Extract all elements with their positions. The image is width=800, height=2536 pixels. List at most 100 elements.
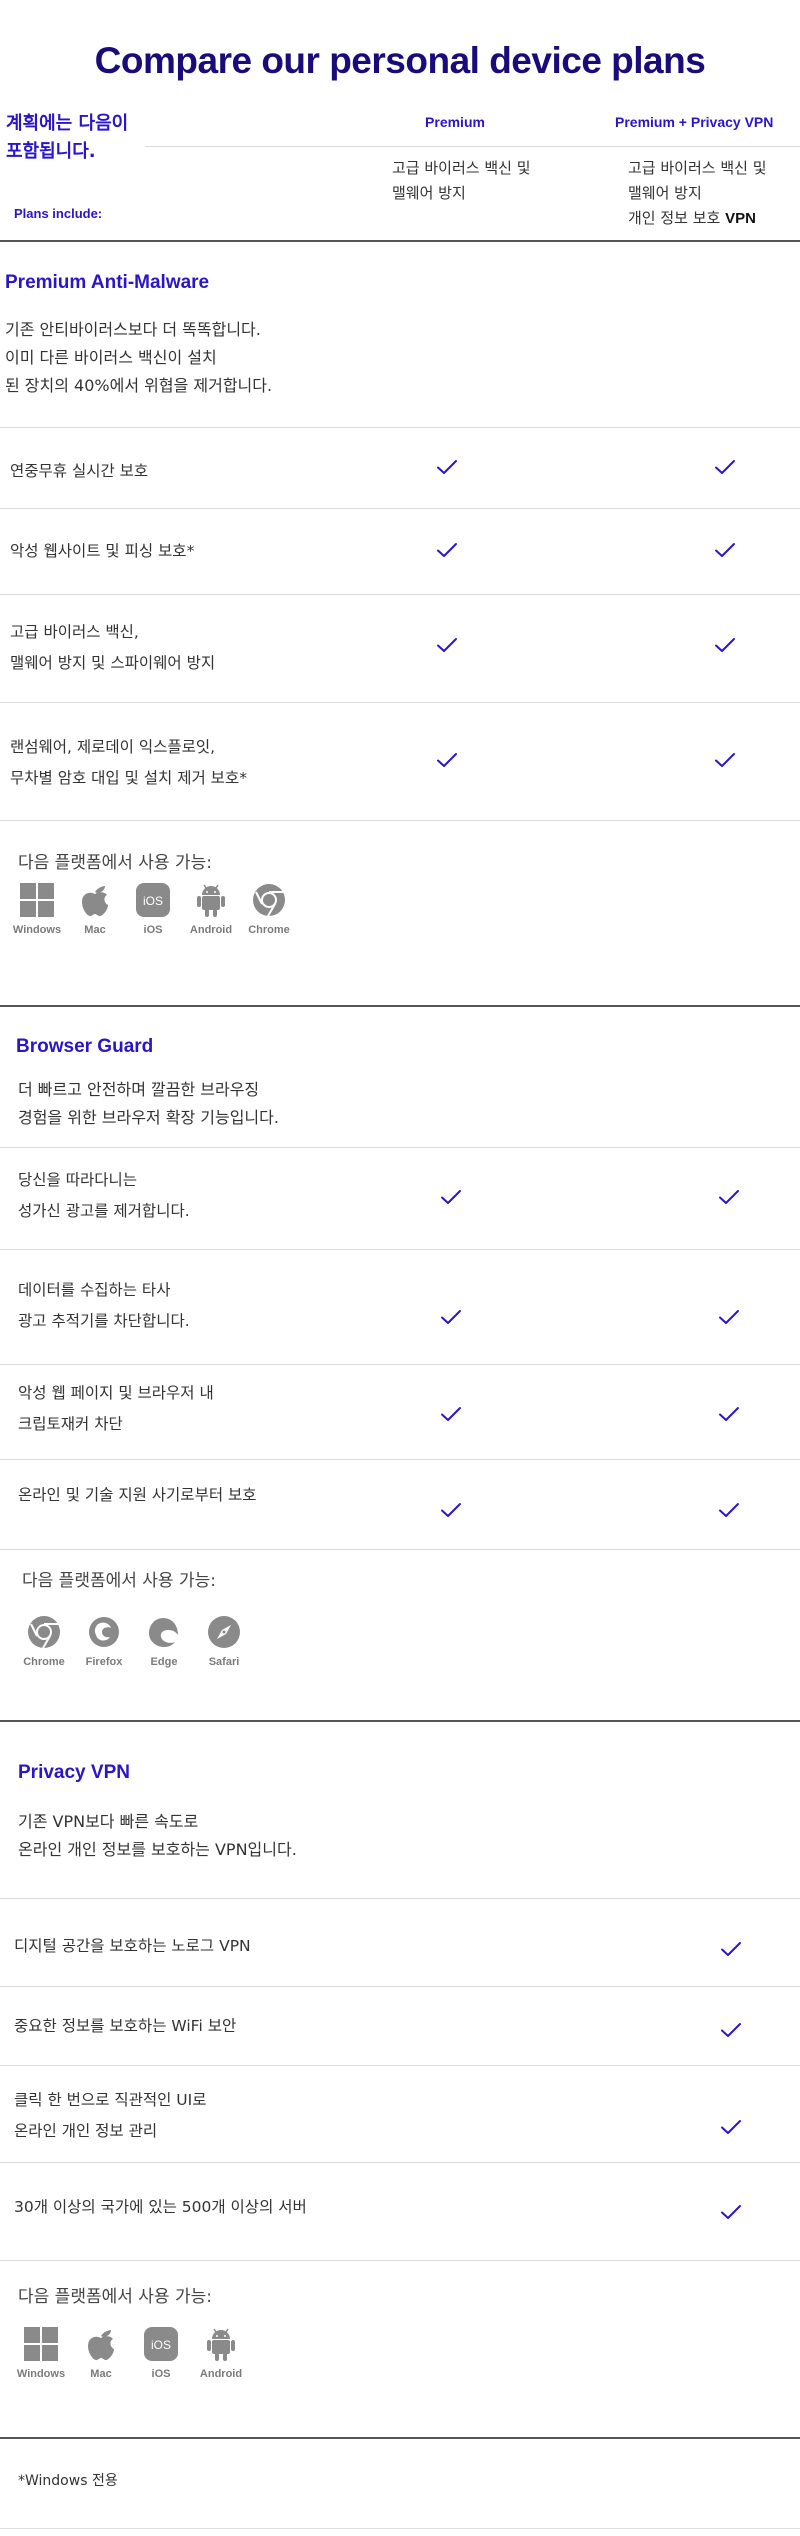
feature-label: 악성 웹사이트 및 피싱 보호* bbox=[10, 536, 194, 567]
available-platforms-label: 다음 플랫폼에서 사용 가능: bbox=[18, 853, 212, 873]
feature-label-line: 성가신 광고를 제거합니다. bbox=[18, 1202, 190, 1220]
feature-label: 클릭 한 번으로 직관적인 UI로 온라인 개인 정보 관리 bbox=[14, 2085, 207, 2147]
plan-premium-heading: Premium bbox=[425, 114, 485, 130]
row-divider bbox=[0, 2065, 800, 2066]
row-divider bbox=[0, 1459, 800, 1460]
section-description-line: 이미 다른 바이러스 백신이 설치 bbox=[5, 348, 217, 367]
plan-premium-desc-line: 고급 바이러스 백신 및 bbox=[392, 159, 531, 177]
feature-label-line: 고급 바이러스 백신, bbox=[10, 623, 139, 641]
feature-label-line: 크립토재커 차단 bbox=[18, 1415, 123, 1433]
available-platforms-label: 다음 플랫폼에서 사용 가능: bbox=[22, 1571, 216, 1591]
section-title-browser-guard: Browser Guard bbox=[16, 1036, 154, 1057]
feature-label: 디지털 공간을 보호하는 노로그 VPN bbox=[14, 1931, 251, 1962]
platform-label: Windows bbox=[16, 2368, 66, 2380]
platform-android: Android bbox=[182, 882, 240, 936]
feature-label-line: 디지털 공간을 보호하는 노로그 VPN bbox=[14, 1937, 251, 1955]
feature-label-line: 악성 웹사이트 및 피싱 보호* bbox=[10, 542, 195, 560]
platform-edge: Edge bbox=[135, 1614, 193, 1668]
section-description-line: 된 장치의 40%에서 위협을 제거합니다. bbox=[5, 376, 273, 395]
feature-label-line: 광고 추적기를 차단합니다. bbox=[18, 1312, 190, 1330]
feature-label-line: 30개 이상의 국가에 있는 500개 이상의 서버 bbox=[14, 2198, 307, 2216]
firefox-icon bbox=[86, 1614, 122, 1650]
plans-header-line2: 포함됩니다. bbox=[6, 141, 96, 162]
platform-safari: Safari bbox=[195, 1614, 253, 1668]
check-icon bbox=[440, 1189, 462, 1205]
section-divider bbox=[0, 1720, 800, 1722]
feature-label-line: 연중무휴 실시간 보호 bbox=[10, 462, 149, 480]
platform-windows: Windows bbox=[12, 2326, 70, 2380]
platform-label: Safari bbox=[208, 1656, 240, 1668]
row-divider bbox=[0, 1147, 800, 1148]
check-icon bbox=[436, 752, 458, 768]
section-description: 기존 VPN보다 빠른 속도로온라인 개인 정보를 보호하는 VPN입니다. bbox=[18, 1808, 297, 1864]
plan-premium-description: 고급 바이러스 백신 및 맬웨어 방지 bbox=[392, 156, 531, 206]
section-description-line: 기존 안티바이러스보다 더 똑똑합니다. bbox=[5, 320, 261, 339]
feature-label: 연중무휴 실시간 보호 bbox=[10, 456, 148, 487]
section-description-line: 경험을 위한 브라우저 확장 기능입니다. bbox=[18, 1108, 279, 1127]
platform-ios: iOS iOS bbox=[132, 2326, 190, 2380]
feature-label: 데이터를 수집하는 타사 광고 추적기를 차단합니다. bbox=[18, 1275, 190, 1337]
feature-label: 고급 바이러스 백신, 맬웨어 방지 및 스파이웨어 방지 bbox=[10, 617, 215, 679]
platform-firefox: Firefox bbox=[75, 1614, 133, 1668]
check-icon bbox=[718, 1406, 740, 1422]
plan-premium-desc-line: 맬웨어 방지 bbox=[392, 184, 466, 202]
row-divider bbox=[0, 1249, 800, 1250]
plans-header-line1: 계획에는 다음이 bbox=[6, 113, 129, 134]
check-icon bbox=[440, 1406, 462, 1422]
feature-label-line: 당신을 따라다니는 bbox=[18, 1171, 138, 1189]
feature-label: 당신을 따라다니는성가신 광고를 제거합니다. bbox=[18, 1165, 190, 1227]
plan-vpn-desc-bold: VPN bbox=[725, 210, 756, 227]
section-description: 더 빠르고 안전하며 깔끔한 브라우징경험을 위한 브라우저 확장 기능입니다. bbox=[18, 1076, 279, 1132]
windows-icon bbox=[23, 2326, 59, 2362]
check-icon bbox=[436, 637, 458, 653]
platform-ios: iOS iOS bbox=[124, 882, 182, 936]
feature-label-line: 맬웨어 방지 및 스파이웨어 방지 bbox=[10, 654, 216, 672]
check-icon bbox=[714, 542, 736, 558]
feature-label-line: 악성 웹 페이지 및 브라우저 내 bbox=[18, 1384, 214, 1402]
ios-icon: iOS bbox=[143, 2326, 179, 2362]
platform-label: Edge bbox=[150, 1656, 178, 1668]
footer-divider bbox=[0, 2528, 800, 2529]
svg-text:iOS: iOS bbox=[151, 2338, 171, 2352]
feature-label: 온라인 및 기술 지원 사기로부터 보호 bbox=[18, 1480, 257, 1511]
row-divider bbox=[0, 820, 800, 821]
section-description-line: 더 빠르고 안전하며 깔끔한 브라우징 bbox=[18, 1080, 260, 1099]
check-icon bbox=[718, 1309, 740, 1325]
platform-label: Mac bbox=[90, 2368, 112, 2380]
platform-label: Chrome bbox=[23, 1656, 65, 1668]
row-divider bbox=[0, 702, 800, 703]
plans-include-label: Plans include: bbox=[14, 206, 103, 221]
row-divider bbox=[0, 1549, 800, 1550]
feature-label-line: 온라인 및 기술 지원 사기로부터 보호 bbox=[18, 1486, 257, 1504]
row-divider bbox=[0, 1364, 800, 1365]
platform-android: Android bbox=[192, 2326, 250, 2380]
plan-premium-vpn-heading: Premium + Privacy VPN bbox=[615, 114, 774, 130]
platform-chrome: Chrome bbox=[15, 1614, 73, 1668]
apple-icon bbox=[77, 882, 113, 918]
section-description-line: 온라인 개인 정보를 보호하는 VPN입니다. bbox=[18, 1840, 297, 1859]
check-icon bbox=[720, 2022, 742, 2038]
safari-icon bbox=[206, 1614, 242, 1650]
platform-label: iOS bbox=[143, 924, 163, 936]
row-divider bbox=[0, 2260, 800, 2261]
plans-header-label: 계획에는 다음이 포함됩니다. bbox=[6, 110, 128, 166]
row-divider bbox=[0, 2162, 800, 2163]
apple-icon bbox=[83, 2326, 119, 2362]
footnote: *Windows 전용 bbox=[18, 2473, 118, 2489]
feature-label-line: 중요한 정보를 보호하는 WiFi 보안 bbox=[14, 2017, 237, 2035]
row-divider bbox=[0, 1986, 800, 1987]
plan-vpn-desc-line: 맬웨어 방지 bbox=[628, 184, 702, 202]
platform-windows: Windows bbox=[8, 882, 66, 936]
available-platforms-label: 다음 플랫폼에서 사용 가능: bbox=[18, 2287, 212, 2307]
section-title-privacy-vpn: Privacy VPN bbox=[18, 1762, 130, 1783]
feature-label: 악성 웹 페이지 및 브라우저 내크립토재커 차단 bbox=[18, 1378, 214, 1440]
feature-label-line: 무차별 암호 대입 및 설치 제거 보호* bbox=[10, 769, 247, 787]
row-divider bbox=[0, 1898, 800, 1899]
plan-vpn-desc-text: 개인 정보 보호 bbox=[628, 209, 726, 227]
section-description-line: 기존 VPN보다 빠른 속도로 bbox=[18, 1812, 199, 1831]
check-icon bbox=[714, 459, 736, 475]
check-icon bbox=[714, 752, 736, 768]
page-title: Compare our personal device plans bbox=[94, 40, 706, 81]
check-icon bbox=[714, 637, 736, 653]
check-icon bbox=[720, 2119, 742, 2135]
